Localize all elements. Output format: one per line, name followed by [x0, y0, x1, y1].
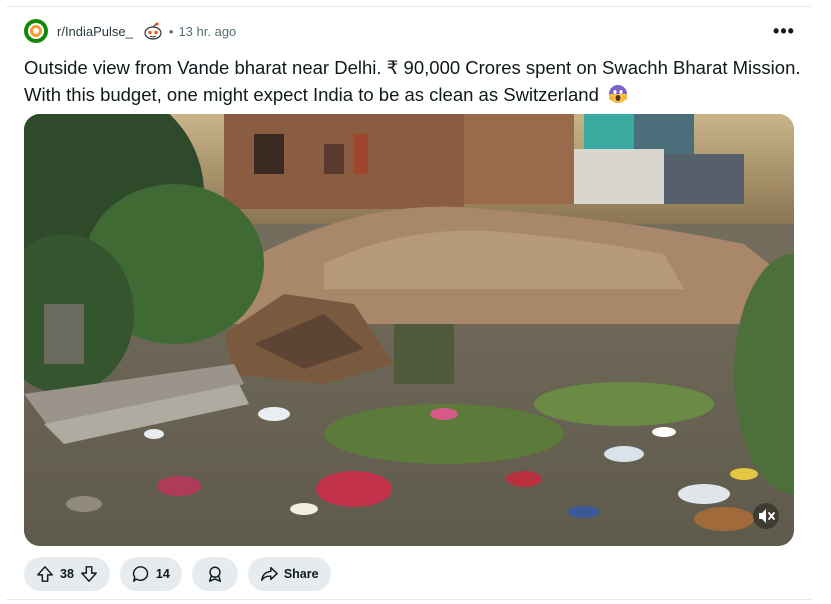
more-options-button[interactable]: ••• [772, 20, 796, 42]
screaming-face-emoji-icon [609, 85, 627, 103]
upvote-arrow-icon[interactable] [36, 565, 54, 583]
comments-button[interactable]: 14 [119, 557, 182, 591]
subreddit-avatar[interactable] [24, 19, 48, 43]
upvote-count: 38 [60, 567, 74, 581]
award-icon [208, 566, 221, 582]
post-video[interactable] [24, 114, 794, 546]
comment-bubble-icon [132, 566, 149, 582]
post-time: 13 hr. ago [178, 23, 237, 39]
muted-speaker-icon[interactable] [752, 502, 780, 530]
share-button[interactable]: Share [247, 557, 331, 591]
post-actions: 38 14 Share [24, 557, 331, 591]
meta-separator: • [168, 23, 174, 39]
subreddit-name[interactable]: r/IndiaPulse_ [57, 24, 133, 39]
share-arrow-icon [260, 566, 278, 582]
post-meta: r/IndiaPulse_ • 13 hr. ago [24, 18, 236, 44]
post-title-text: Outside view from Vande bharat near Delh… [24, 57, 801, 105]
comment-count: 14 [155, 567, 170, 581]
post-title[interactable]: Outside view from Vande bharat near Delh… [24, 54, 804, 108]
vote-bar: 38 [24, 557, 110, 591]
downvote-arrow-icon[interactable] [80, 565, 98, 583]
video-frame [24, 114, 794, 546]
snoo-avatar-icon[interactable] [143, 21, 163, 41]
share-label: Share [283, 567, 319, 581]
award-button[interactable] [191, 557, 238, 591]
